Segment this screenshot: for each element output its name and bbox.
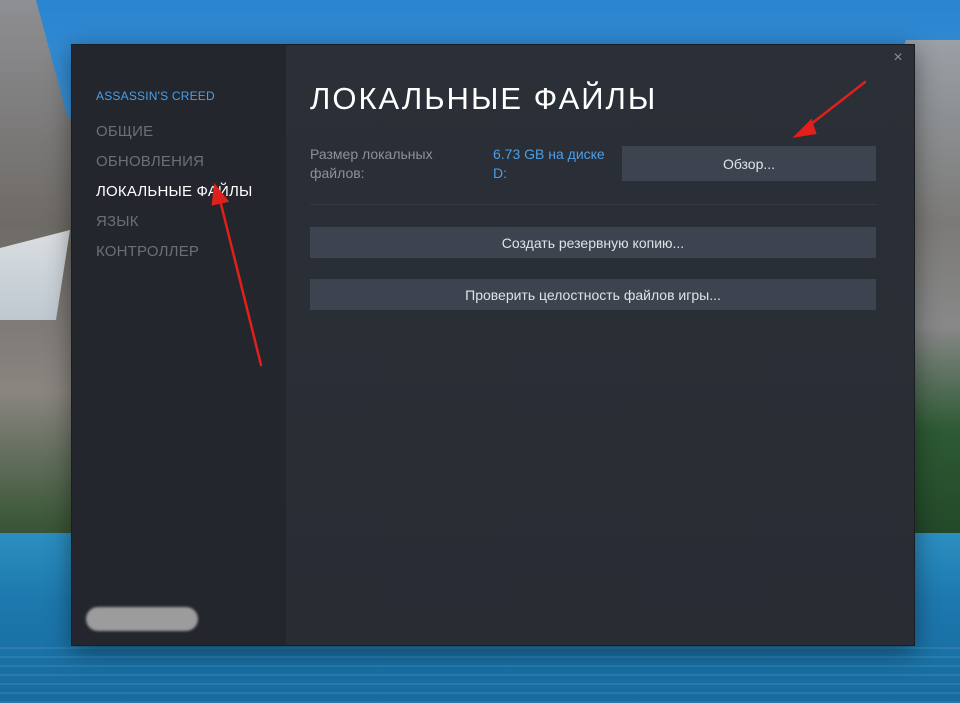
sidebar: ASSASSIN'S CREED ОБЩИЕ ОБНОВЛЕНИЯ ЛОКАЛЬ… [72,45,286,645]
content-pane: × ЛОКАЛЬНЫЕ ФАЙЛЫ Размер локальных файло… [286,45,914,645]
game-title: ASSASSIN'S CREED [96,89,215,103]
close-icon[interactable]: × [890,50,906,66]
local-size-label: Размер локальных файлов: [310,146,433,181]
blurred-user-avatar [86,607,198,631]
sidebar-item-general[interactable]: ОБЩИЕ [96,123,253,153]
sidebar-item-updates[interactable]: ОБНОВЛЕНИЯ [96,153,253,183]
sidebar-nav: ОБЩИЕ ОБНОВЛЕНИЯ ЛОКАЛЬНЫЕ ФАЙЛЫ ЯЗЫК КО… [96,123,253,273]
properties-dialog: ASSASSIN'S CREED ОБЩИЕ ОБНОВЛЕНИЯ ЛОКАЛЬ… [72,45,914,645]
divider [310,204,876,205]
sidebar-item-language[interactable]: ЯЗЫК [96,213,253,243]
sidebar-item-controller[interactable]: КОНТРОЛЛЕР [96,243,253,273]
verify-integrity-button[interactable]: Проверить целостность файлов игры... [310,279,876,310]
backup-button[interactable]: Создать резервную копию... [310,227,876,258]
page-title: ЛОКАЛЬНЫЕ ФАЙЛЫ [310,81,658,116]
browse-button[interactable]: Обзор... [622,146,876,181]
sidebar-item-local-files[interactable]: ЛОКАЛЬНЫЕ ФАЙЛЫ [96,183,253,213]
local-size-value: 6.73 GB на диске D: [493,146,605,181]
